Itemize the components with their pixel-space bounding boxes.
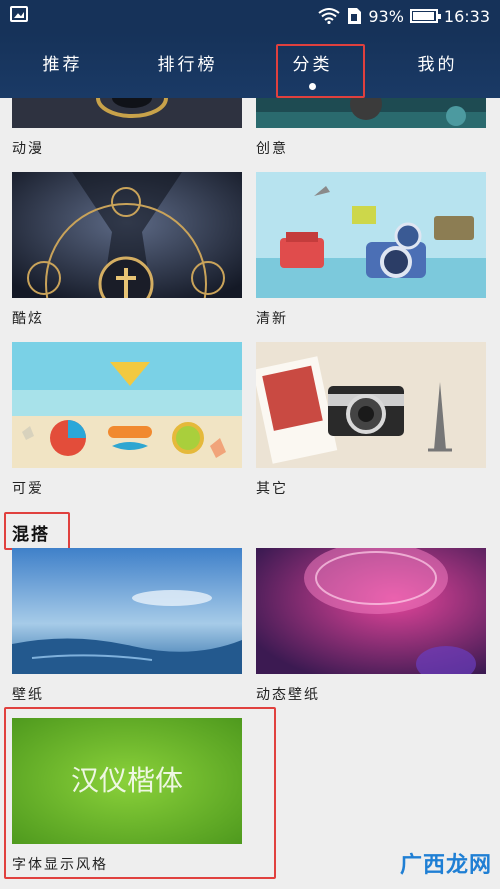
wallpaper-thumbnail: [12, 548, 242, 674]
battery-icon: [409, 9, 441, 23]
clock: 16:33: [443, 6, 490, 26]
cute-thumbnail: [12, 342, 242, 468]
category-card-creative[interactable]: 创意: [256, 98, 486, 162]
category-label: 创意: [256, 141, 288, 157]
status-bar: 93% 16:33: [0, 0, 500, 32]
top-tab-bar: 推荐 排行榜 分类 我的: [0, 32, 500, 98]
annotation-box-section: [4, 512, 70, 550]
category-label: 清新: [256, 311, 288, 327]
tab-mine[interactable]: 我的: [375, 32, 500, 98]
category-card-anime[interactable]: 动漫: [12, 98, 242, 162]
mixed-card-live-wallpaper[interactable]: 动态壁纸: [256, 548, 486, 708]
wifi-icon: [318, 8, 340, 24]
creative-thumbnail: [256, 98, 486, 128]
category-card-cool[interactable]: 酷炫: [12, 172, 242, 332]
category-label: 可爱: [12, 481, 44, 497]
mixed-label: 动态壁纸: [256, 687, 320, 703]
mixed-card-wallpaper[interactable]: 壁纸: [12, 548, 242, 708]
category-label: 酷炫: [12, 311, 44, 327]
watermark-logo: 广西龙网: [400, 847, 492, 879]
anime-thumbnail: [12, 98, 242, 128]
annotation-box-tab: [276, 44, 365, 98]
watermark-text: 广西龙网: [399, 853, 492, 878]
mixed-label: 壁纸: [12, 687, 44, 703]
cool-thumbnail: [12, 172, 242, 298]
status-indicators: 93% 16:33: [318, 4, 490, 28]
category-card-fresh[interactable]: 清新: [256, 172, 486, 332]
category-grid: 动漫 创意 酷炫 清新 可爱 其它 混搭 壁纸 动态壁纸 汉仪楷体 字体显示风格: [0, 98, 500, 889]
fresh-thumbnail: [256, 172, 486, 298]
category-label: 其它: [256, 481, 288, 497]
battery-percentage: 93%: [368, 6, 404, 26]
other-thumbnail: [256, 342, 486, 468]
category-card-other[interactable]: 其它: [256, 342, 486, 502]
gallery-notification-icon: [10, 6, 28, 22]
category-card-cute[interactable]: 可爱: [12, 342, 242, 502]
live-wallpaper-thumbnail: [256, 548, 486, 674]
annotation-box-font-style: [4, 707, 276, 879]
tab-recommended[interactable]: 推荐: [0, 32, 125, 98]
category-label: 动漫: [12, 141, 44, 157]
tab-ranking[interactable]: 排行榜: [125, 32, 250, 98]
sim-card-icon: [348, 8, 362, 24]
